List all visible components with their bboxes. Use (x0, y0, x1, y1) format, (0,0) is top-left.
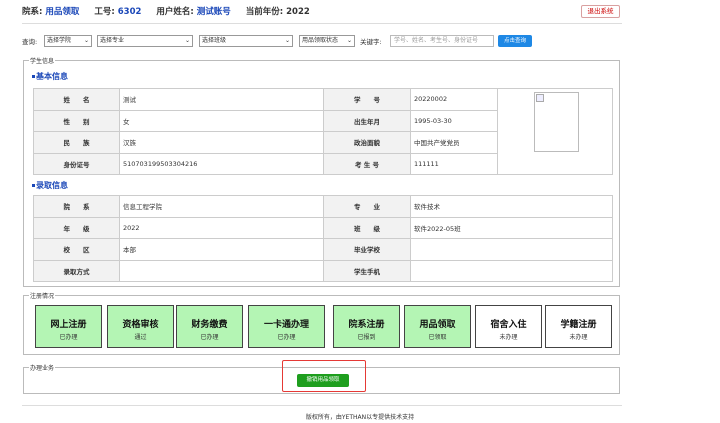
step-department-registration[interactable]: 院系注册 已报到 (333, 305, 400, 348)
name-value: 测试 (119, 88, 324, 111)
table-row: 校 区 本部 毕业学校 (33, 238, 613, 261)
top-header: 院系: 用品领取 工号: 6302 用户姓名: 测试账号 当前年份: 2022 … (0, 0, 720, 22)
college-value: 用品领取 (45, 7, 80, 17)
major-value: 软件技术 (410, 195, 613, 218)
class-key: 班 级 (323, 216, 411, 239)
campus-key: 校 区 (33, 238, 120, 261)
highlight-box (282, 360, 366, 392)
exam-value: 111111 (410, 152, 498, 175)
student-info-legend: 学生信息 (29, 56, 56, 65)
chevron-down-icon: ⌄ (184, 37, 190, 44)
table-row: 录取方式 学生手机 (33, 259, 613, 282)
student-photo (534, 92, 579, 152)
broken-image-icon (536, 94, 544, 102)
step-finance-payment[interactable]: 财务缴费 已办理 (176, 305, 243, 348)
step-dorm-checkin[interactable]: 宿舍入住 未办理 (475, 305, 542, 348)
grade-key: 年 级 (33, 216, 120, 239)
status-select[interactable]: 用品领取状态 ⌄ (299, 35, 355, 47)
header-divider (22, 23, 622, 24)
political-value: 中国共产党党员 (410, 131, 498, 154)
major-key: 专 业 (323, 195, 411, 218)
dept-value: 信息工程学院 (119, 195, 324, 218)
step-supplies-pickup[interactable]: 用品领取 已领取 (404, 305, 471, 348)
method-value (119, 259, 324, 282)
political-key: 政治面貌 (323, 131, 411, 154)
table-row: 姓 名 测试 学 号 20220002 (33, 88, 613, 175)
class-select-value: 选择班级 (202, 37, 227, 44)
user-value: 测试账号 (196, 7, 231, 17)
header-info: 院系: 用品领取 工号: 6302 用户姓名: 测试账号 当前年份: 2022 (22, 5, 310, 17)
school-value (410, 238, 613, 261)
chevron-down-icon: ⌄ (284, 37, 290, 44)
ethnic-value: 汉族 (119, 131, 324, 154)
step-qualification-review[interactable]: 资格审核 通过 (107, 305, 174, 348)
chevron-down-icon: ⌄ (83, 37, 89, 44)
ethnic-key: 民 族 (33, 131, 120, 154)
step-online-registration[interactable]: 网上注册 已办理 (35, 305, 102, 348)
id-value: 6302 (117, 7, 142, 17)
query-bar: 查询: 选择学院 ⌄ 选择专业 ⌄ 选择班级 ⌄ 用品领取状态 ⌄ 关键字: 学… (22, 35, 622, 47)
gender-value: 女 (119, 109, 324, 132)
method-key: 录取方式 (33, 259, 120, 282)
year-label: 当前年份: (245, 7, 284, 17)
birth-value: 1995-03-30 (410, 109, 498, 132)
step-campus-card[interactable]: 一卡通办理 已办理 (248, 305, 325, 348)
dept-key: 院 系 (33, 195, 120, 218)
college-select[interactable]: 选择学院 ⌄ (44, 35, 92, 47)
birth-key: 出生年月 (323, 109, 411, 132)
exam-key: 考 生 号 (323, 152, 411, 175)
basic-info-table: 姓 名 测试 学 号 20220002 性 别 女 出生年月 1995-03-3… (33, 88, 613, 175)
photo-cell (497, 88, 613, 175)
table-row: 院 系 信息工程学院 专 业 软件技术 (33, 195, 613, 218)
user-label: 用户姓名: (156, 7, 194, 17)
campus-value: 本部 (119, 238, 324, 261)
year-value: 2022 (286, 7, 310, 17)
basic-info-title: 基本信息 (32, 71, 68, 82)
square-bullet-icon (32, 184, 35, 187)
footer-divider (22, 405, 622, 406)
business-legend: 办理业务 (29, 363, 56, 372)
school-key: 毕业学校 (323, 238, 411, 261)
chevron-down-icon: ⌄ (346, 37, 352, 44)
square-bullet-icon (32, 75, 35, 78)
name-key: 姓 名 (33, 88, 120, 111)
major-select-value: 选择专业 (100, 37, 125, 44)
idcard-key: 身份证号 (33, 152, 120, 175)
college-label: 院系: (22, 7, 43, 17)
college-select-value: 选择学院 (47, 37, 72, 44)
gender-key: 性 别 (33, 109, 120, 132)
phone-value (410, 259, 613, 282)
logout-button[interactable]: 退出系统 (581, 5, 620, 18)
admission-info-title: 录取信息 (32, 180, 68, 191)
query-label: 查询: (22, 38, 38, 46)
admission-info-table: 院 系 信息工程学院 专 业 软件技术 年 级 2022 班 级 软件2022-… (33, 195, 613, 282)
status-select-value: 用品领取状态 (302, 37, 339, 44)
footer-copyright: 版权所有，由YETHAN以专提供技术支持 (305, 414, 415, 421)
sid-key: 学 号 (323, 88, 411, 111)
keyword-label: 关键字: (360, 38, 382, 46)
idcard-value: 510703199503304216 (119, 152, 324, 175)
registration-steps: 网上注册 已办理 资格审核 通过 财务缴费 已办理 一卡通办理 已办理 院系注册 已报到 … (35, 305, 612, 350)
step-enrollment-registration[interactable]: 学籍注册 未办理 (545, 305, 612, 348)
id-label: 工号: (94, 7, 115, 17)
query-button[interactable]: 点击查询 (498, 35, 532, 47)
class-value: 软件2022-05班 (410, 216, 613, 239)
class-select[interactable]: 选择班级 ⌄ (199, 35, 293, 47)
major-select[interactable]: 选择专业 ⌄ (97, 35, 193, 47)
keyword-input[interactable]: 学号、姓名、考生号、身份证号 (390, 35, 494, 47)
table-row: 年 级 2022 班 级 软件2022-05班 (33, 216, 613, 239)
sid-value: 20220002 (410, 88, 498, 111)
phone-key: 学生手机 (323, 259, 411, 282)
registration-legend: 注册情况 (29, 291, 56, 300)
grade-value: 2022 (119, 216, 324, 239)
